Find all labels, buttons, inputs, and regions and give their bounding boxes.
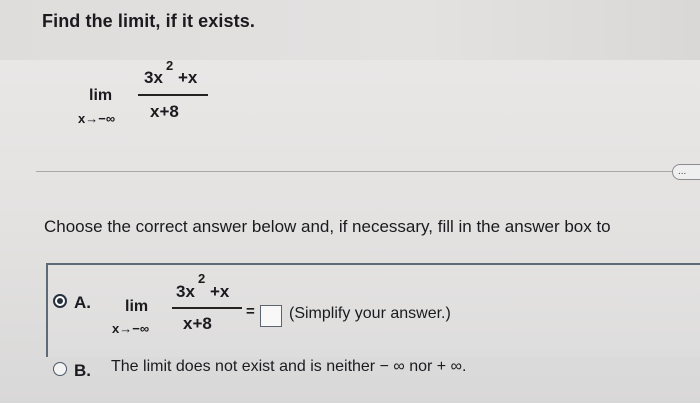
option-a-fraction-bar bbox=[172, 307, 242, 309]
option-a-radio[interactable] bbox=[53, 294, 67, 308]
option-a-numerator: 3x bbox=[176, 282, 195, 301]
section-divider bbox=[36, 171, 676, 172]
question-denominator: x+8 bbox=[150, 102, 179, 121]
option-a-label: A. bbox=[74, 293, 91, 312]
option-a-equals: = bbox=[246, 303, 255, 320]
screen: Find the limit, if it exists. lim x→−∞ 3… bbox=[0, 0, 700, 403]
option-b-text: The limit does not exist and is neither … bbox=[111, 358, 467, 375]
option-a-numerator-tail: +x bbox=[210, 282, 230, 301]
question-numerator: 3x bbox=[144, 68, 163, 87]
option-a-hint: (Simplify your answer.) bbox=[289, 305, 451, 322]
question-lim-subscript: x→−∞ bbox=[78, 111, 116, 126]
answer-input-box[interactable] bbox=[260, 305, 282, 327]
option-a-lim-subscript: x→−∞ bbox=[112, 321, 150, 336]
option-a-lim-word: lim bbox=[125, 298, 149, 315]
question-numerator-tail: +x bbox=[178, 68, 198, 87]
option-a-denominator: x+8 bbox=[183, 314, 212, 333]
instruction-text: Choose the correct answer below and, if … bbox=[44, 217, 611, 236]
more-options-button[interactable]: ... bbox=[672, 164, 700, 180]
option-b-radio[interactable] bbox=[53, 362, 67, 376]
option-b-label: B. bbox=[74, 361, 91, 380]
question-lim-word: lim bbox=[89, 87, 113, 104]
question-title: Find the limit, if it exists. bbox=[42, 11, 255, 31]
question-fraction-bar bbox=[138, 94, 208, 96]
option-a-numerator-exponent: 2 bbox=[198, 271, 206, 286]
question-numerator-exponent: 2 bbox=[166, 58, 174, 73]
